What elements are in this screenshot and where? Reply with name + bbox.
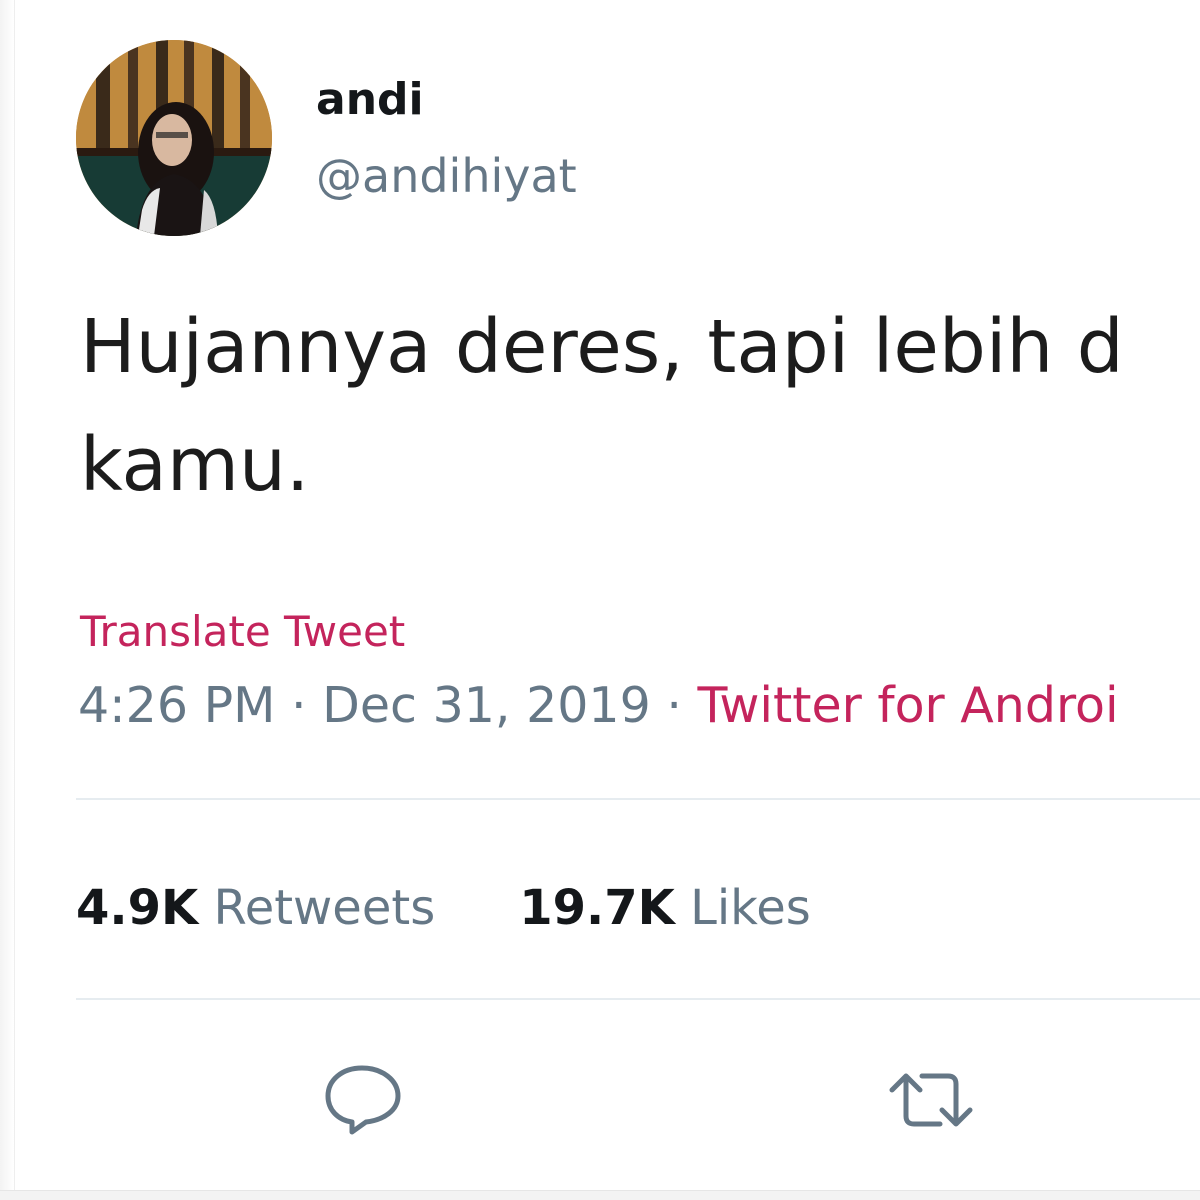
retweet-button[interactable] (886, 1060, 976, 1140)
divider (76, 798, 1200, 800)
tweet-text: Hujannya deres, tapi lebih d kamu. (80, 288, 1200, 524)
panel-left-edge (0, 0, 15, 1200)
retweets-label: Retweets (213, 880, 436, 936)
display-name[interactable]: andi (316, 72, 424, 128)
reply-icon (325, 1065, 401, 1135)
user-handle[interactable]: @andihiyat (316, 146, 577, 206)
likes-stat[interactable]: 19.7K Likes (519, 880, 811, 936)
tweet-meta: 4:26 PM · Dec 31, 2019 · Twitter for And… (78, 674, 1119, 738)
avatar[interactable] (76, 40, 272, 236)
retweets-count: 4.9K (76, 880, 199, 936)
tweet-detail-view: andi @andihiyat Hujannya deres, tapi leb… (0, 0, 1200, 1200)
retweets-stat[interactable]: 4.9K Retweets (76, 880, 435, 936)
tweet-text-line: Hujannya deres, tapi lebih d (80, 304, 1124, 390)
profile-photo-icon (76, 40, 272, 236)
translate-tweet-link[interactable]: Translate Tweet (80, 604, 405, 660)
tweet-stats: 4.9K Retweets 19.7K Likes (76, 876, 811, 940)
tweet-time[interactable]: 4:26 PM (78, 677, 275, 734)
likes-label: Likes (690, 880, 811, 936)
retweet-icon (889, 1073, 973, 1127)
meta-separator: · (650, 677, 698, 734)
tweet-date[interactable]: Dec 31, 2019 (322, 677, 651, 734)
reply-button[interactable] (318, 1060, 408, 1140)
meta-separator: · (275, 677, 323, 734)
divider (76, 998, 1200, 1000)
panel-bottom-edge (0, 1190, 1200, 1200)
tweet-text-line: kamu. (80, 422, 310, 508)
tweet-source-link[interactable]: Twitter for Androi (698, 677, 1119, 734)
likes-count: 19.7K (519, 880, 675, 936)
